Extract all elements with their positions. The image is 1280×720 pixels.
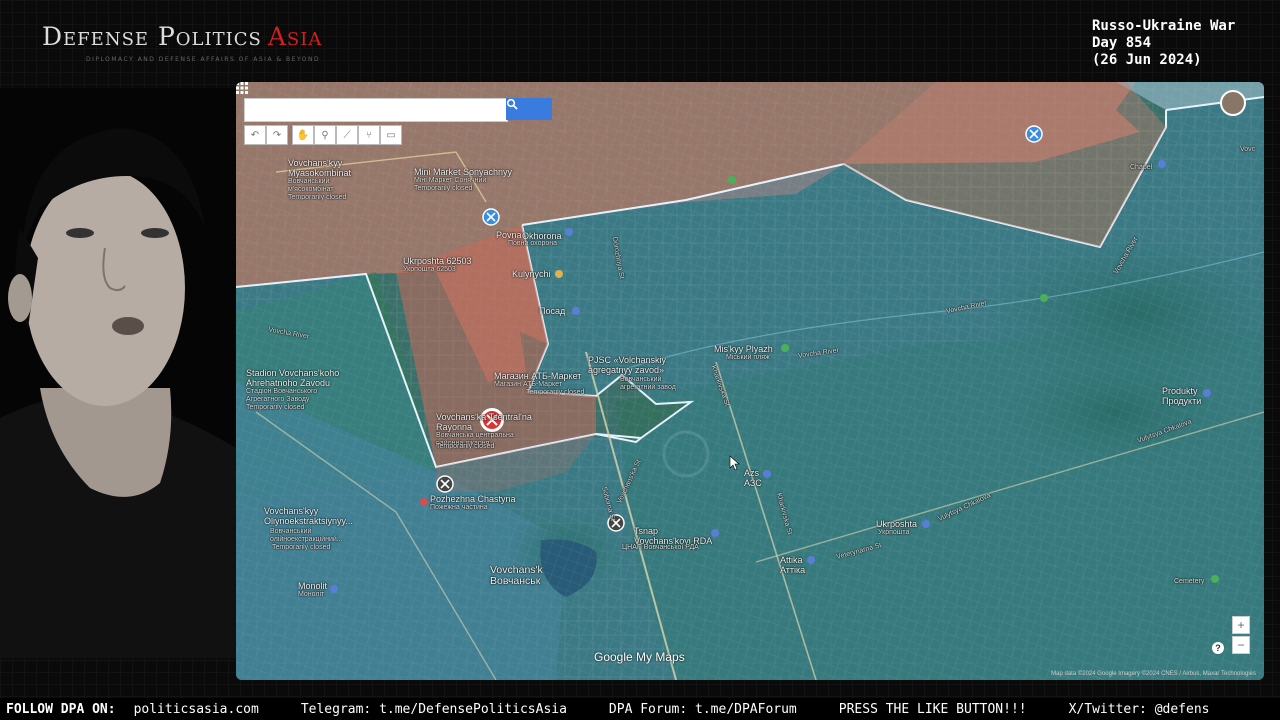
label-myasokombinat-status: Temporarily closed (288, 194, 347, 201)
marker-icon[interactable]: ⚲ (314, 125, 336, 145)
ruler-icon[interactable]: ▭ (380, 125, 402, 145)
zoom-out-button[interactable]: − (1232, 636, 1250, 654)
label-miskyy-plyazh-ua: Міський пляж (726, 354, 770, 361)
logo-main: Defense Politics (42, 22, 262, 51)
zoom-in-button[interactable]: + (1232, 616, 1250, 634)
label-minimarket: Mini Market Sonyachnyy (414, 167, 513, 177)
label-pjsc: PJSC «Volchanskiy agregatnyy zavod» (588, 355, 667, 375)
label-stadion: Stadion Vovchans'koho Ahrehatnoho Zavodu (246, 368, 340, 388)
label-olijnyi-ua: Вовчанський олійноекстракційний... (270, 528, 343, 543)
label-magazyn-status: Temporarily closed (526, 389, 585, 396)
label-kulynychi: Kulynychi (512, 269, 551, 279)
war-day-title: Russo-Ukraine War Day 854 (26 Jun 2024) (1092, 18, 1235, 69)
label-pjsc-ua: Вовчанський агрегатний завод (620, 376, 676, 391)
label-vovchansk: Vovchans'k (490, 564, 543, 576)
label-myasokombinat: Vovchans'kyy Myasokombinat (288, 158, 352, 178)
label-monolit: Monolit (298, 581, 328, 591)
logo-accent: Asia (267, 22, 323, 51)
label-magazyn: Магазин АТБ-Маркет (494, 371, 582, 381)
label-minimarket-ua: Міні Маркет Сонячний (414, 177, 487, 184)
label-stadion-status: Temporarily closed (246, 404, 305, 411)
label-stadion-ua: Стадіон Вовчанського Агрегатного Заводу (246, 388, 318, 403)
war-title-line2: Day 854 (1092, 35, 1152, 51)
map-viewport[interactable]: ↶ ↷ ✋ ⚲ ⟋ ⑂ ▭ Vovchans'kyy Myasokombinat … (236, 82, 1264, 680)
label-produkty: Produkty Продукти (1162, 386, 1202, 406)
map-canvas[interactable] (236, 82, 1264, 680)
ticker-item-website: politicsasia.com (133, 701, 259, 717)
apps-grid-icon[interactable] (236, 82, 248, 94)
label-vovchansk-ua: Вовчанськ (490, 575, 541, 587)
label-vovchansk-edge: Vovc (1240, 146, 1256, 153)
label-chapel: Chapel (1130, 164, 1153, 171)
label-miskyy-plyazh: Mis'kyy Plyazh (714, 344, 773, 354)
ticker-item-telegram: Telegram: t.me/DefensePoliticsAsia (300, 701, 567, 717)
label-ukrposhta-62503: Ukrposhta 62503 (403, 256, 472, 266)
label-attika: Attika Аттіка (780, 555, 806, 575)
map-attribution[interactable]: Map data ©2024 Google Imagery ©2024 CNES… (1051, 671, 1256, 677)
war-title-line3: (26 Jun 2024) (1092, 52, 1202, 68)
label-ukrposhta-ua: Укрпошта (878, 529, 910, 536)
label-tsnap: Tsnap Vovchans'koyi RDA (634, 526, 713, 546)
account-avatar[interactable] (1220, 90, 1246, 116)
presenter-video (0, 88, 236, 658)
follow-ticker: FOLLOW DPA ON: politicsasia.com Telegram… (0, 698, 1280, 720)
map-search-input[interactable] (244, 98, 508, 122)
map-marker-blue-cross-1 (482, 208, 500, 226)
label-central-hospital: Vovchans'ka Tsentral'na Rayonna (436, 412, 532, 432)
ticker-item-forum: DPA Forum: t.me/DPAForum (608, 701, 797, 717)
search-icon (506, 98, 518, 110)
label-monolit-ua: Моноліт (298, 591, 325, 598)
map-search-button[interactable] (506, 98, 552, 120)
stream-frame: Defense Politics Asia DIPLOMACY AND DEFEN… (0, 0, 1280, 720)
map-toolbar: ↶ ↷ ✋ ⚲ ⟋ ⑂ ▭ (244, 125, 402, 145)
label-central-hospital-status: Temporarily closed (436, 443, 495, 450)
label-ukrposhta: Ukrposhta (876, 519, 918, 529)
logo-subtitle: DIPLOMACY AND DEFENSE AFFAIRS OF ASIA & … (86, 56, 321, 63)
war-title-line1: Russo-Ukraine War (1092, 18, 1236, 34)
label-pozhezhna: Pozhezhna Chastyna (430, 494, 516, 504)
presenter-webcam (0, 88, 236, 658)
map-marker-grey-cross-1 (436, 475, 454, 493)
ticker-item-like: PRESS THE LIKE BUTTON!!! (838, 701, 1027, 717)
hand-icon[interactable]: ✋ (292, 125, 314, 145)
label-pozhezhna-ua: Пожежна частина (430, 504, 488, 511)
google-my-maps-logo: Google My Maps (594, 650, 685, 664)
label-okhorona-ua: Повна охорона (508, 240, 558, 247)
undo-icon[interactable]: ↶ (244, 125, 266, 145)
ticker-item-twitter: X/Twitter: @defens (1068, 701, 1210, 717)
label-magazyn-ua: Магазин АТБ-Маркет (494, 381, 562, 388)
map-marker-blue-cross-2 (1025, 125, 1043, 143)
label-cemetery: Cemetery (1174, 578, 1205, 585)
channel-logo: Defense Politics Asia (42, 22, 322, 51)
ticker-lead: FOLLOW DPA ON: (6, 701, 116, 717)
label-minimarket-status: Temporarily closed (414, 185, 473, 192)
label-ukrposhta-62503-ua: Укрпошта 62503 (403, 266, 456, 273)
line-icon[interactable]: ⟋ (336, 125, 358, 145)
label-olijnyi: Vovchans'kyy Oliynoekstraktsiynyy... (264, 506, 353, 526)
label-povna: Povna (496, 230, 522, 240)
label-myasokombinat-ua: Вовчанський м'ясокомбінат (288, 178, 334, 193)
label-tsnap-ua: ЦНАП Вовчанської РДА (622, 544, 699, 551)
label-azs: Azs АЗС (744, 468, 762, 488)
label-posad: Посад (539, 306, 566, 316)
route-icon[interactable]: ⑂ (358, 125, 380, 145)
redo-icon[interactable]: ↷ (266, 125, 288, 145)
help-icon[interactable]: ? (1212, 642, 1224, 654)
label-olijnyi-status: Temporarily closed (272, 544, 331, 551)
